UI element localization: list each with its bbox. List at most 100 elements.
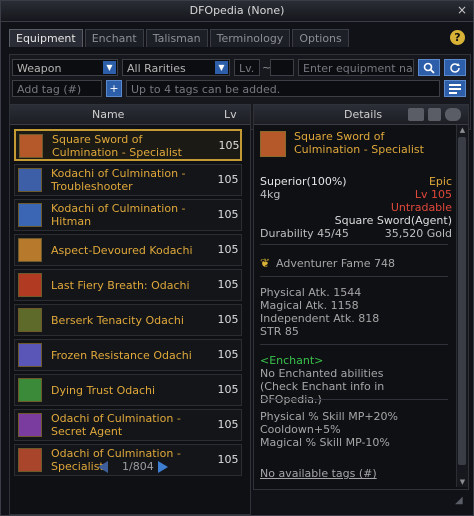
item-level: 105 [217,418,239,431]
details-title: Details [344,108,383,121]
divider [260,276,448,277]
tab-equipment[interactable]: Equipment [9,29,83,47]
tab-terminology[interactable]: Terminology [209,29,291,47]
kodachi-icon [18,203,42,227]
fame-icon: ❦ [260,256,271,270]
tags-field: Up to 4 tags can be added. [126,80,440,97]
list-item[interactable]: Square Sword of Culmination - Specialist… [14,129,242,161]
item-level: 105 [217,348,239,361]
item-name: Kodachi of Culmination - Hitman [51,202,186,228]
page-indicator: 1/804 [122,460,154,473]
list-item[interactable]: Aspect-Devoured Kodachi 105 [14,234,242,266]
detail-stat: Physical Atk. 1544 [260,286,362,299]
odachi-icon [18,308,42,332]
item-name: Kodachi of Culmination - Troubleshooter [51,167,186,193]
list-item[interactable]: Odachi of Culmination - Secret Agent 105 [14,409,242,441]
item-detail-icon [260,131,286,157]
help-button[interactable]: ? [450,30,465,45]
dfopedia-window: DFOpedia (None) × Equipment Enchant Tali… [0,0,474,516]
item-level: 105 [217,208,239,221]
item-name: Square Sword of Culmination - Specialist [52,133,182,159]
tag-list-button[interactable] [444,80,466,97]
enchant-line: No Enchanted abilities [260,367,384,380]
divider [260,399,448,400]
item-level: 105 [217,313,239,326]
refresh-button[interactable] [444,59,466,76]
location-pin-icon[interactable] [428,108,441,121]
odachi-icon [18,343,42,367]
eye-icon[interactable] [445,108,461,121]
detail-trade-status: Untradable [390,201,452,214]
item-list-panel: Name Lv Square Sword of Culmination - Sp… [9,104,251,515]
details-panel: Details ▲ ▼ Square Sword of Culmination … [253,104,469,490]
item-name: Frozen Resistance Odachi [51,348,192,362]
level-min-input[interactable]: Lv. [234,59,260,76]
category-select[interactable]: Weapon ▼ [12,59,118,76]
window-title: DFOpedia (None) [189,4,285,17]
odachi-icon [18,378,42,402]
odachi-icon [18,448,42,472]
detail-grade: Superior(100%) [260,175,347,188]
column-name-header[interactable]: Name [92,105,124,124]
rarity-select[interactable]: All Rarities ▼ [122,59,230,76]
tab-enchant[interactable]: Enchant [84,29,144,47]
refresh-icon [450,63,460,73]
odachi-icon [18,413,42,437]
chevron-down-icon: ▼ [103,61,116,74]
item-level: 105 [217,453,239,466]
item-level: 105 [217,243,239,256]
pagination: 1/804 [98,460,178,476]
detail-price: 35,520 Gold [384,227,452,240]
details-scrollbar[interactable]: ▲ ▼ [456,125,468,487]
chevron-down-icon: ▼ [215,61,228,74]
search-button[interactable] [418,59,440,76]
close-button[interactable]: × [455,4,469,18]
skill-line: Magical % Skill MP-10% [260,436,390,449]
list-item[interactable]: Kodachi of Culmination - Hitman 105 [14,199,242,231]
search-input[interactable]: Enter equipment name... [298,59,414,76]
enchant-line: (Check Enchant info in DFOpedia.) [260,380,385,406]
detail-fame: Adventurer Fame 748 [276,257,395,270]
scroll-up-icon[interactable]: ▲ [457,125,468,135]
compare-icon[interactable] [408,108,424,121]
kodachi-icon [18,238,42,262]
tab-options[interactable]: Options [292,29,349,47]
list-header: Name Lv [10,105,250,125]
plus-icon: + [109,82,119,95]
detail-stat: Independent Atk. 818 [260,312,380,325]
item-level: 105 [218,139,240,152]
tab-talisman[interactable]: Talisman [145,29,208,47]
detail-weight: 4kg [260,188,281,201]
skill-line: Cooldown+5% [260,423,341,436]
tab-bar: Equipment Enchant Talisman Terminology O… [9,29,351,48]
sword-icon [19,134,43,158]
scroll-down-icon[interactable]: ▼ [457,477,468,487]
list-item[interactable]: Dying Trust Odachi 105 [14,374,242,406]
tags-link[interactable]: No available tags (#) [260,467,377,480]
next-page-arrow-icon[interactable] [158,461,168,473]
list-item[interactable]: Kodachi of Culmination - Troubleshooter … [14,164,242,196]
odachi-icon [18,273,42,297]
item-level: 105 [217,173,239,186]
list-item[interactable]: Frozen Resistance Odachi 105 [14,339,242,371]
detail-level: Lv 105 [414,188,452,201]
title-bar[interactable]: DFOpedia (None) × [1,1,473,22]
tag-input[interactable]: Add tag (#) [12,80,102,97]
column-lv-header[interactable]: Lv [224,105,237,124]
scroll-thumb[interactable] [458,137,466,465]
item-name: Aspect-Devoured Kodachi [51,243,193,257]
item-name: Dying Trust Odachi [51,383,156,397]
list-item[interactable]: Last Fiery Breath: Odachi 105 [14,269,242,301]
add-tag-button[interactable]: + [106,80,122,97]
resize-grip-icon[interactable]: ◢ [455,495,467,507]
level-max-input[interactable] [270,59,294,76]
kodachi-icon [18,168,42,192]
item-name: Berserk Tenacity Odachi [51,313,184,327]
divider [260,244,448,245]
prev-page-arrow-icon[interactable] [98,461,108,473]
detail-stat: Magical Atk. 1158 [260,299,359,312]
list-item[interactable]: Berserk Tenacity Odachi 105 [14,304,242,336]
detail-item-name: Square Sword of Culmination - Specialist [294,130,424,156]
detail-weapon-type: Square Sword(Agent) [334,214,452,227]
enchant-header: <Enchant> [260,354,324,367]
